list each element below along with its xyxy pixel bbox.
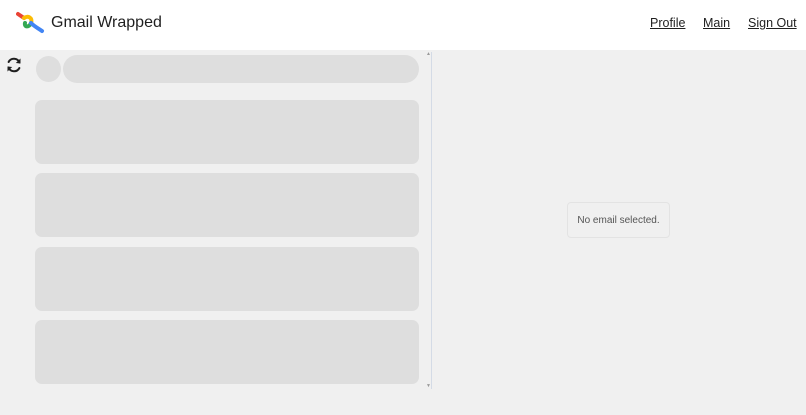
gmail-wrapped-logo-icon[interactable] [16, 11, 46, 35]
skeleton-email-card [35, 320, 419, 384]
nav-main-link[interactable]: Main [703, 15, 730, 31]
top-header: Gmail Wrapped Profile Main Sign Out [0, 0, 806, 50]
skeleton-search-bar [63, 55, 419, 83]
skeleton-email-card [35, 173, 419, 237]
refresh-icon[interactable] [4, 55, 24, 75]
skeleton-avatar [36, 56, 61, 82]
nav-sign-out-link[interactable]: Sign Out [748, 15, 797, 31]
nav-profile-link[interactable]: Profile [650, 15, 685, 31]
skeleton-email-card [35, 247, 419, 311]
app-title: Gmail Wrapped [51, 14, 162, 31]
no-email-selected-message: No email selected. [567, 202, 670, 238]
panel-divider [431, 52, 432, 389]
skeleton-email-card [35, 100, 419, 164]
